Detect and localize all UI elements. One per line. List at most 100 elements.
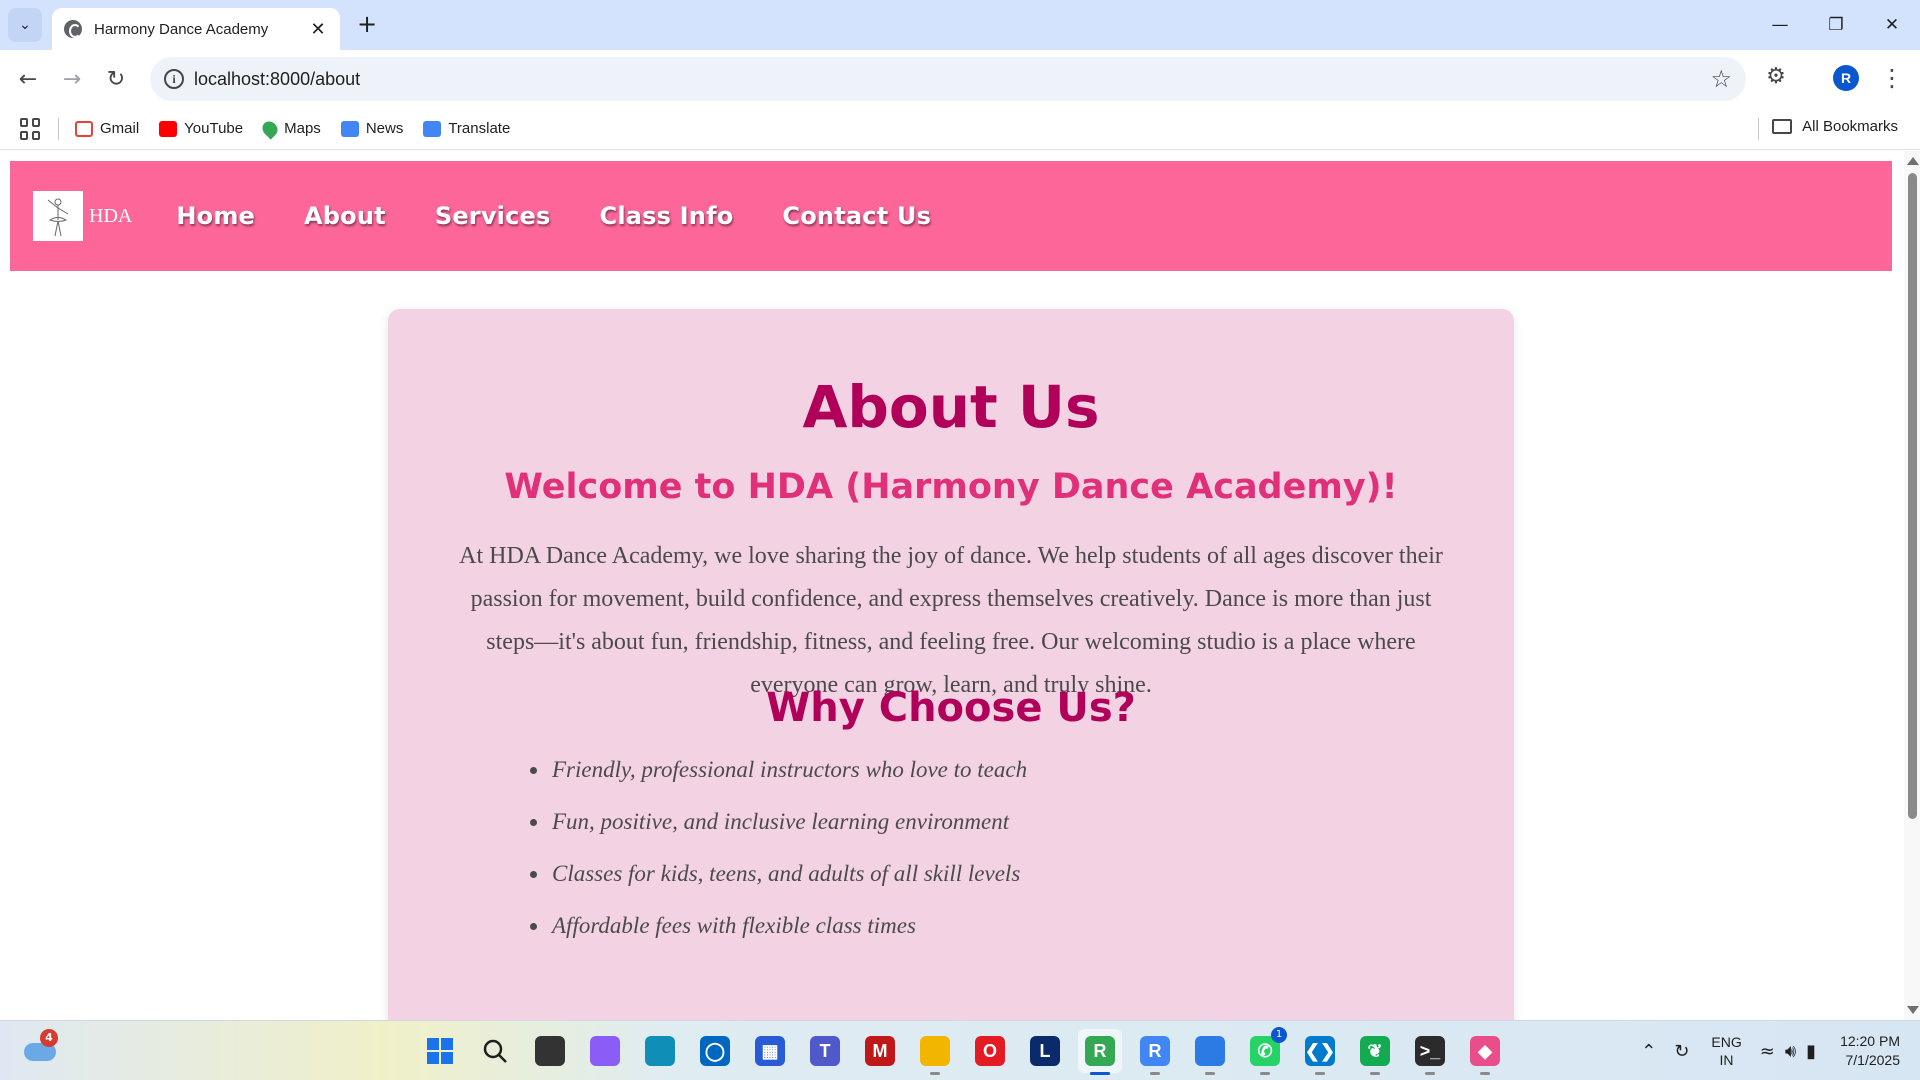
opera-icon: O	[975, 1036, 1005, 1066]
scroll-up-arrow-icon[interactable]	[1907, 157, 1919, 165]
weather-widget[interactable]: 4	[24, 1029, 58, 1061]
taskbar-app-store[interactable]: ▦	[748, 1029, 792, 1073]
region-code: IN	[1719, 1052, 1734, 1068]
taskbar-app-vscode[interactable]: ❮❯	[1298, 1029, 1342, 1075]
browser-menu-icon[interactable]: ⋮	[1880, 60, 1904, 96]
bookmark-news[interactable]: News	[340, 120, 403, 137]
show-hidden-icons-chevron-icon[interactable]: ⌃	[1641, 1041, 1656, 1062]
taskbar-app-photos[interactable]	[1188, 1029, 1232, 1075]
taskbar-app-whatsapp[interactable]: ✆ 1	[1243, 1027, 1287, 1075]
taskbar-app-terminal[interactable]: >_	[1408, 1029, 1452, 1075]
extensions-icon[interactable]: ⚙	[1762, 64, 1790, 92]
close-window-button[interactable]: ✕	[1864, 0, 1920, 50]
gmail-icon	[75, 120, 93, 137]
git-icon: ◆	[1470, 1036, 1500, 1066]
forward-button[interactable]: →	[54, 61, 90, 97]
app-icon: ◯	[700, 1036, 730, 1066]
why-choose-heading: Why Choose Us?	[766, 685, 1136, 731]
mcafee-icon: M	[865, 1036, 895, 1066]
chevron-down-icon: ⌄	[19, 17, 31, 33]
bookmark-youtube[interactable]: YouTube	[159, 120, 243, 137]
running-indicator	[1150, 1072, 1160, 1075]
taskbar-app-chrome[interactable]: R	[1078, 1029, 1122, 1075]
taskbar-apps: ◯ ▦ T M O L R R ✆ 1 ❮❯ ❦ >_ ◆	[418, 1027, 1518, 1075]
running-indicator	[1205, 1072, 1215, 1075]
running-indicator	[1425, 1072, 1435, 1075]
minimize-button[interactable]: —	[1752, 0, 1808, 50]
back-button[interactable]: ←	[10, 61, 46, 97]
news-icon	[340, 120, 359, 137]
reload-button[interactable]: ↻	[98, 61, 134, 97]
youtube-icon	[159, 120, 178, 137]
nav-services[interactable]: Services	[435, 202, 551, 230]
language-indicator[interactable]: ENG IN	[1711, 1033, 1741, 1069]
scroll-down-arrow-icon[interactable]	[1907, 1006, 1919, 1014]
windows-taskbar: 4 ◯ ▦ T M O L R R ✆ 1 ❮❯ ❦ >_ ◆ ⌃ ↻ ENG IN ≈ 🔊︎ ▮ 12:…	[0, 1020, 1920, 1080]
taskbar-app-chrome-profile[interactable]: R	[1133, 1029, 1177, 1075]
l-app-icon: L	[1030, 1036, 1060, 1066]
chrome-glyph: R	[1093, 1040, 1107, 1061]
site-logo[interactable]	[33, 191, 83, 241]
bookmark-gmail[interactable]: Gmail	[75, 120, 139, 137]
restore-button[interactable]: ❐	[1808, 0, 1864, 50]
taskbar-app-mcafee[interactable]: M	[858, 1029, 902, 1073]
taskbar-app-search[interactable]	[473, 1029, 517, 1073]
mongodb-icon: ❦	[1360, 1036, 1390, 1066]
bookmark-maps[interactable]: Maps	[259, 117, 321, 140]
clock[interactable]: 12:20 PM 7/1/2025	[1840, 1032, 1900, 1070]
page-scrollbar[interactable]	[1904, 151, 1920, 1020]
scroll-thumb[interactable]	[1908, 173, 1917, 819]
profile-avatar[interactable]: R	[1833, 65, 1859, 91]
apps-grid-icon[interactable]	[20, 117, 42, 140]
nav-home[interactable]: Home	[176, 202, 255, 230]
taskbar-app-l-app[interactable]: L	[1023, 1029, 1067, 1073]
taskbar-app-opera[interactable]: O	[968, 1029, 1012, 1073]
page-title: About Us	[802, 373, 1100, 441]
features-list: Friendly, professional instructors who l…	[530, 753, 1027, 961]
taskbar-app-edge[interactable]	[638, 1029, 682, 1073]
nav-contact-us[interactable]: Contact Us	[782, 202, 931, 230]
wifi-icon[interactable]: ≈	[1760, 1041, 1775, 1062]
volume-icon[interactable]: 🔊︎	[1785, 1041, 1796, 1062]
git-glyph: ◆	[1478, 1040, 1492, 1061]
close-icon[interactable]: ✕	[308, 19, 328, 40]
taskbar-app-mongodb[interactable]: ❦	[1353, 1029, 1397, 1075]
terminal-icon: >_	[1415, 1036, 1445, 1066]
taskbar-app-file-explorer[interactable]	[913, 1029, 957, 1075]
sync-icon[interactable]: ↻	[1674, 1041, 1689, 1062]
taskbar-app-app[interactable]: ◯	[693, 1029, 737, 1073]
feature-item: Friendly, professional instructors who l…	[530, 753, 1027, 805]
browser-tab[interactable]: Harmony Dance Academy ✕	[52, 8, 340, 50]
address-bar[interactable]: i localhost:8000/about ☆	[150, 57, 1746, 101]
chrome-profile-glyph: R	[1148, 1040, 1162, 1061]
taskbar-app-teams[interactable]: T	[803, 1029, 847, 1073]
battery-icon[interactable]: ▮	[1806, 1041, 1816, 1062]
teams-glyph: T	[819, 1040, 831, 1061]
taskbar-app-copilot[interactable]	[583, 1029, 627, 1073]
all-bookmarks-separator	[1758, 118, 1759, 140]
site-info-icon[interactable]: i	[164, 69, 184, 89]
new-tab-button[interactable]: +	[352, 10, 382, 40]
all-bookmarks-button[interactable]: All Bookmarks	[1772, 118, 1898, 135]
url-text: localhost:8000/about	[194, 68, 361, 89]
photos-icon	[1195, 1036, 1225, 1066]
copilot-icon	[590, 1036, 620, 1066]
tab-strip: ⌄ Harmony Dance Academy ✕ + — ❐ ✕	[0, 0, 1920, 50]
taskbar-app-start[interactable]	[418, 1029, 462, 1073]
bookmarks-bar: Gmail YouTube Maps News Translate All Bo…	[0, 108, 1920, 150]
vscode-icon: ❮❯	[1305, 1036, 1335, 1066]
app-glyph: ◯	[704, 1040, 726, 1061]
site-logo-text[interactable]: HDA	[89, 205, 132, 228]
nav-about[interactable]: About	[304, 202, 386, 230]
running-indicator	[1260, 1072, 1270, 1075]
language-code: ENG	[1711, 1034, 1742, 1050]
bookmark-star-icon[interactable]: ☆	[1710, 65, 1732, 93]
welcome-heading: Welcome to HDA (Harmony Dance Academy)!	[504, 467, 1398, 507]
nav-class-info[interactable]: Class Info	[600, 202, 734, 230]
bookmark-translate[interactable]: Translate	[423, 120, 510, 137]
taskbar-app-git[interactable]: ◆	[1463, 1029, 1507, 1075]
taskbar-app-task-view[interactable]	[528, 1029, 572, 1073]
folder-icon	[1772, 119, 1793, 134]
feature-item: Affordable fees with flexible class time…	[530, 909, 1027, 961]
tab-search-button[interactable]: ⌄	[8, 8, 42, 42]
